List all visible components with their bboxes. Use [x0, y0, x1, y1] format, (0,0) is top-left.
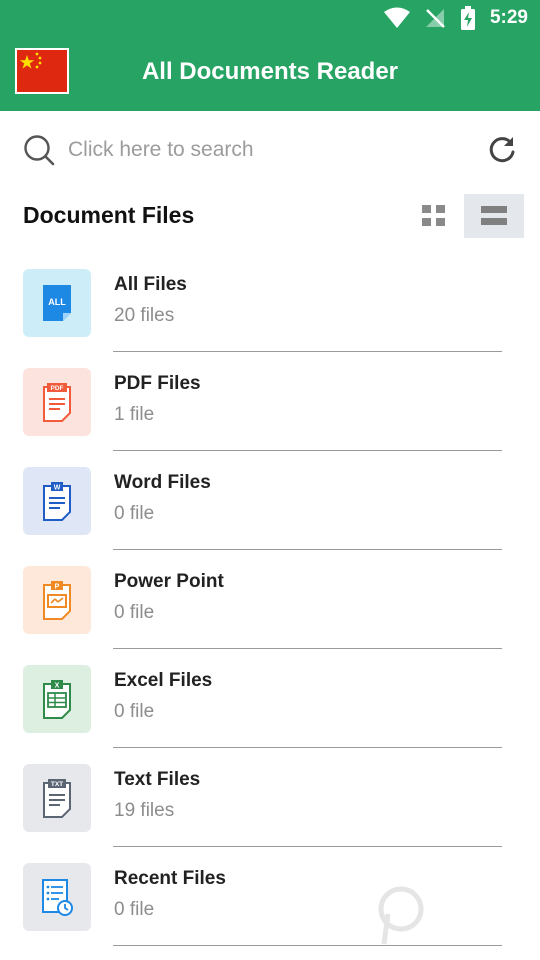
word-badge: W [54, 485, 61, 492]
status-time: 5:29 [489, 7, 528, 28]
file-tile: TXT [23, 764, 91, 832]
item-count: 20 files [114, 305, 175, 326]
item-title: Excel Files [114, 670, 213, 691]
excel-icon: X [43, 680, 71, 719]
grid-view-icon [422, 205, 445, 226]
file-tile: P [23, 566, 91, 634]
list-item-all-files[interactable]: ALL All Files 20 files [0, 252, 540, 352]
file-tile: ALL [23, 269, 91, 337]
item-title: All Files [114, 274, 187, 295]
list-view-icon [481, 206, 507, 225]
file-tile: PDF [23, 368, 91, 436]
file-tile: W [23, 467, 91, 535]
search-input[interactable] [68, 131, 448, 169]
status-bar: 5:29 [383, 0, 528, 36]
word-icon: W [43, 482, 71, 521]
item-count: 0 file [114, 701, 155, 722]
app-bar: 5:29 All Documents Reader [0, 0, 540, 111]
list-item-word-files[interactable]: W Word Files 0 file [0, 450, 540, 550]
text-file-icon: TXT [43, 779, 71, 818]
all-files-icon: ALL [43, 285, 71, 321]
watermark-logo [376, 884, 536, 954]
file-tile [23, 863, 91, 931]
list-item-excel-files[interactable]: X Excel Files 0 file [0, 648, 540, 748]
battery-charging-icon [460, 6, 475, 30]
list-item-power-point[interactable]: P Power Point 0 file [0, 549, 540, 649]
powerpoint-icon: P [43, 581, 71, 620]
item-title: Text Files [114, 769, 201, 790]
excel-badge: X [55, 683, 60, 690]
grid-view-button[interactable] [412, 196, 456, 236]
item-title: Recent Files [114, 868, 226, 889]
item-title: Power Point [114, 571, 224, 592]
document-list: ALL All Files 20 files PDF PDF Files 1 f… [0, 252, 540, 946]
app-title: All Documents Reader [141, 58, 399, 85]
text-file-badge: TXT [51, 781, 63, 788]
list-view-button[interactable] [464, 194, 524, 238]
search-icon[interactable] [22, 133, 56, 167]
wifi-icon [383, 7, 410, 28]
item-count: 19 files [114, 800, 175, 821]
item-title: Word Files [114, 472, 211, 493]
list-item-text-files[interactable]: TXT Text Files 19 files [0, 747, 540, 847]
section-title: Document Files [23, 202, 195, 228]
item-count: 1 file [114, 404, 155, 425]
item-count: 0 file [114, 602, 155, 623]
pdf-icon: PDF [43, 383, 71, 422]
refresh-icon[interactable] [486, 134, 518, 166]
all-files-badge: ALL [48, 297, 66, 307]
recent-files-icon [42, 879, 73, 916]
no-signal-icon [425, 9, 445, 28]
watermark-icon [378, 886, 424, 945]
file-tile: X [23, 665, 91, 733]
powerpoint-badge: P [55, 584, 60, 591]
item-count: 0 file [114, 899, 155, 920]
item-title: PDF Files [114, 373, 201, 394]
list-item-pdf-files[interactable]: PDF PDF Files 1 file [0, 351, 540, 451]
item-count: 0 file [114, 503, 155, 524]
pdf-badge: PDF [51, 385, 64, 392]
